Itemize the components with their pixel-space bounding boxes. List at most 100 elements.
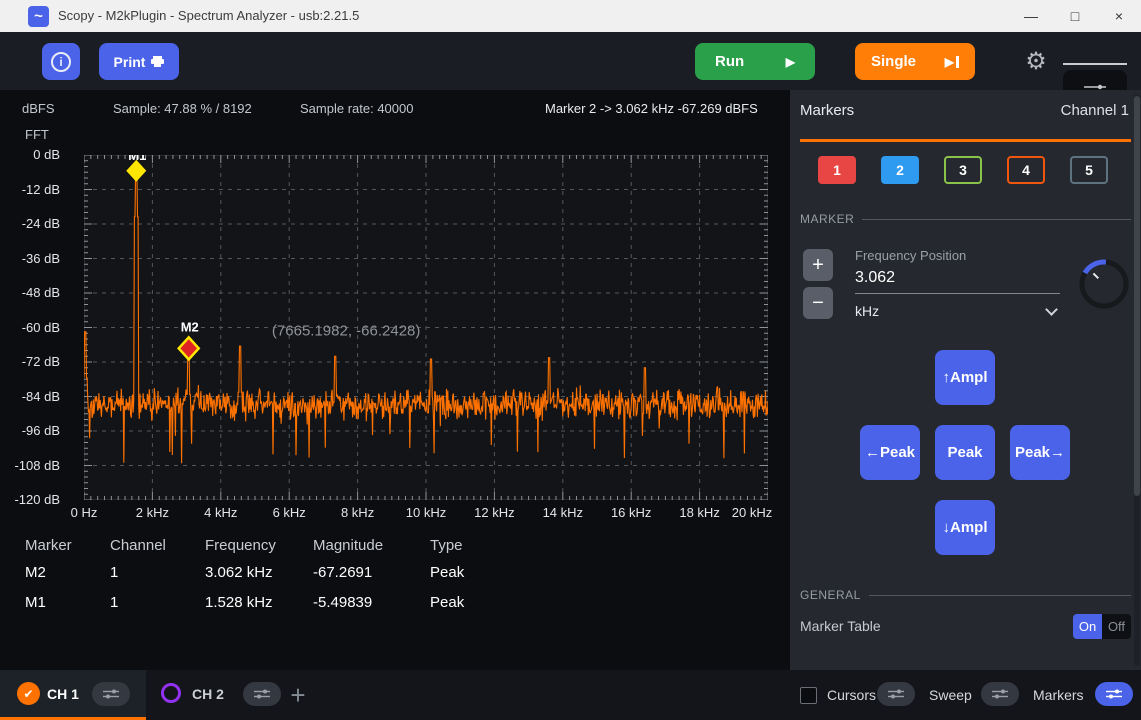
add-channel-button[interactable]: + <box>286 681 310 709</box>
sliders-icon <box>1104 688 1124 700</box>
x-tick-label: 10 kHz <box>394 505 458 520</box>
sliders-icon <box>101 688 121 700</box>
x-tick-label: 0 Hz <box>52 505 116 520</box>
chevron-down-icon <box>1045 303 1058 316</box>
y-tick-label: -48 dB <box>0 285 60 300</box>
toolbar: i Print Run ▶ Single ▶ ⚙ <box>0 32 1141 90</box>
info-icon: i <box>51 52 71 72</box>
x-tick-label: 8 kHz <box>326 505 390 520</box>
y-tick-label: -84 dB <box>0 389 60 404</box>
gear-icon[interactable]: ⚙ <box>1022 46 1050 76</box>
markers-label: Markers <box>1033 687 1084 703</box>
ch1-enabled-check-icon[interactable]: ✔ <box>17 682 40 705</box>
sample-rate-status: Sample rate: 40000 <box>300 101 413 116</box>
info-button[interactable]: i <box>42 43 80 80</box>
x-tick-label: 12 kHz <box>462 505 526 520</box>
ch2-enable-circle[interactable] <box>161 683 181 703</box>
y-tick-label: -24 dB <box>0 216 60 231</box>
x-tick-label: 2 kHz <box>120 505 184 520</box>
marker-table-cell: -67.2691 <box>313 564 372 581</box>
print-button[interactable]: Print <box>99 43 179 80</box>
play-to-end-icon: ▶ <box>945 55 959 69</box>
peak-left-button[interactable]: ←Peak <box>860 425 920 480</box>
marker-table-toggle[interactable]: On Off <box>1073 614 1131 639</box>
toggle-off[interactable]: Off <box>1102 614 1131 639</box>
panel-scrollbar-thumb[interactable] <box>1134 96 1140 496</box>
marker-table-cell: 1 <box>110 594 118 611</box>
maximize-button[interactable]: □ <box>1053 0 1097 32</box>
marker-button-4[interactable]: 4 <box>1007 156 1045 184</box>
window-title: Scopy - M2kPlugin - Spectrum Analyzer - … <box>58 8 359 23</box>
panel-toggle-active-indicator <box>1063 63 1127 65</box>
marker-table-cell: 3.062 kHz <box>205 564 273 581</box>
sweep-label: Sweep <box>929 687 972 703</box>
run-button[interactable]: Run ▶ <box>695 43 815 80</box>
y-tick-label: -60 dB <box>0 320 60 335</box>
tab-channel-1[interactable]: ✔ CH 1 <box>0 670 146 720</box>
y-tick-label: -108 dB <box>0 458 60 473</box>
sample-status: Sample: 47.88 % / 8192 <box>113 101 252 116</box>
sliders-icon <box>252 688 272 700</box>
marker-table-cell: Peak <box>430 564 464 581</box>
scopy-logo-icon: ~ <box>28 6 49 27</box>
y-unit-label: dBFS <box>22 101 55 116</box>
sliders-icon <box>886 688 906 700</box>
arrow-up-icon: ↑ <box>943 369 951 386</box>
sliders-icon <box>990 688 1010 700</box>
run-label: Run <box>715 53 744 70</box>
x-tick-label: 6 kHz <box>257 505 321 520</box>
peak-button[interactable]: Peak <box>935 425 995 480</box>
ampl-down-button[interactable]: ↓Ampl <box>935 500 995 555</box>
x-tick-label: 16 kHz <box>599 505 663 520</box>
single-label: Single <box>871 53 916 70</box>
app-window: ~ Scopy - M2kPlugin - Spectrum Analyzer … <box>0 0 1141 720</box>
marker-button-3[interactable]: 3 <box>944 156 982 184</box>
print-label: Print <box>114 54 146 70</box>
ampl-up-button[interactable]: ↑Ampl <box>935 350 995 405</box>
frequency-increment-button[interactable]: + <box>803 249 833 281</box>
y-tick-label: 0 dB <box>0 147 60 162</box>
close-button[interactable]: × <box>1097 0 1141 32</box>
panel-channel-label: Channel 1 <box>1061 102 1129 119</box>
frequency-unit-dropdown[interactable]: kHz <box>855 303 1060 319</box>
title-bar: ~ Scopy - M2kPlugin - Spectrum Analyzer … <box>0 0 1141 32</box>
frequency-decrement-button[interactable]: − <box>803 287 833 319</box>
sweep-settings-pill-button[interactable] <box>981 682 1019 706</box>
knob-icon <box>1076 256 1132 312</box>
marker-table-header: Magnitude <box>313 537 383 554</box>
frequency-position-label: Frequency Position <box>855 248 966 263</box>
frequency-knob[interactable] <box>1076 256 1132 312</box>
panel-title: Markers <box>800 102 854 119</box>
y-tick-label: -12 dB <box>0 182 60 197</box>
y-tick-label: -96 dB <box>0 423 60 438</box>
svg-text:M1: M1 <box>128 155 146 163</box>
ch2-label[interactable]: CH 2 <box>192 686 224 702</box>
arrow-down-icon: ↓ <box>943 519 951 536</box>
ch1-label: CH 1 <box>47 686 79 702</box>
marker-table-cell: M1 <box>25 594 46 611</box>
marker-table-header: Marker <box>25 537 72 554</box>
marker-table-cell: Peak <box>430 594 464 611</box>
marker-table-cell: -5.49839 <box>313 594 372 611</box>
marker-button-1[interactable]: 1 <box>818 156 856 184</box>
markers-settings-pill-button[interactable] <box>1095 682 1133 706</box>
minimize-button[interactable]: — <box>1009 0 1053 32</box>
marker-table-cell: M2 <box>25 564 46 581</box>
marker-button-5[interactable]: 5 <box>1070 156 1108 184</box>
ch2-settings-pill-button[interactable] <box>243 682 281 706</box>
printer-icon <box>151 56 164 67</box>
frequency-position-input[interactable]: 3.062 <box>855 269 1060 294</box>
peak-right-button[interactable]: Peak→ <box>1010 425 1070 480</box>
cursors-settings-pill-button[interactable] <box>877 682 915 706</box>
spectrum-plot[interactable]: M1M2(7665.1982, -66.2428) <box>84 155 768 500</box>
y-tick-label: -36 dB <box>0 251 60 266</box>
plot-region: dBFS Sample: 47.88 % / 8192 Sample rate:… <box>0 90 790 670</box>
cursors-checkbox[interactable] <box>800 687 817 704</box>
toggle-on[interactable]: On <box>1073 614 1102 639</box>
fft-mode-label: FFT <box>25 127 49 142</box>
marker-button-2[interactable]: 2 <box>881 156 919 184</box>
arrow-right-icon: → <box>1050 444 1065 461</box>
ch1-settings-pill-button[interactable] <box>92 682 130 706</box>
marker-table-header: Channel <box>110 537 166 554</box>
single-button[interactable]: Single ▶ <box>855 43 975 80</box>
